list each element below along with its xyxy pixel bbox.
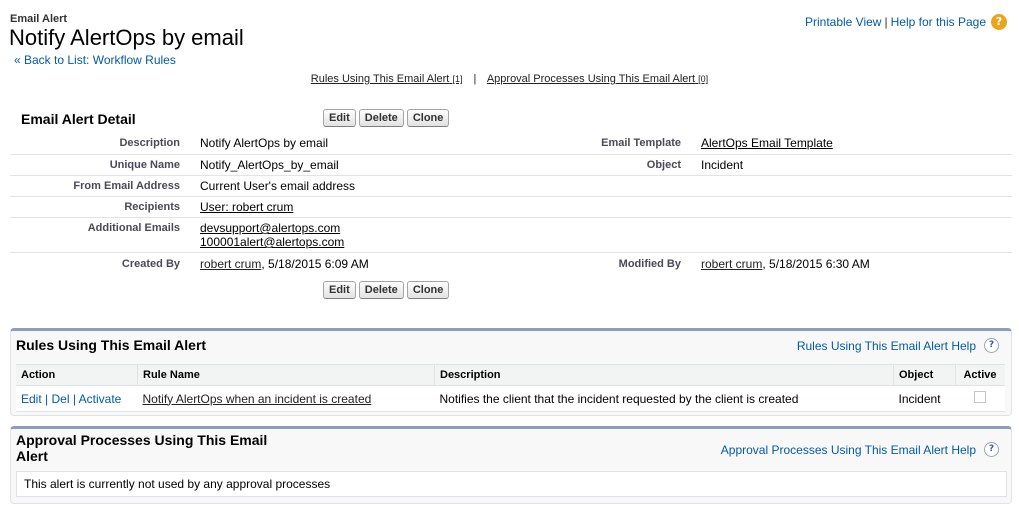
action-separator: | [45,391,49,406]
detail-row-description: Description Notify AlertOps by email Ema… [10,134,1012,155]
column-header-action: Action [16,364,138,386]
rules-section-help: Rules Using This Email Alert Help ? [797,338,999,353]
delete-button[interactable]: Delete [358,281,404,299]
additional-email-link[interactable]: devsupport@alertops.com [200,221,340,235]
detail-header: Email Alert Detail Edit Delete Clone [10,104,1012,134]
back-to-list-link[interactable]: « Back to List: Workflow Rules [14,53,176,67]
help-icon[interactable]: ? [991,14,1007,30]
approvals-empty-message: This alert is currently not used by any … [16,471,1007,497]
detail-row-additional-emails: Additional Emails devsupport@alertops.co… [10,218,1012,253]
related-list-links: Rules Using This Email Alert [1] | Appro… [0,73,1019,85]
row-edit-link[interactable]: Edit [21,392,42,406]
column-header-rule-name: Rule Name [137,364,435,386]
created-by-user-link[interactable]: robert crum [200,257,261,271]
row-delete-link[interactable]: Del [52,392,70,406]
link-separator: | [884,15,888,29]
approvals-help-link[interactable]: Approval Processes Using This Email Aler… [721,443,976,457]
object-value: Incident [701,158,744,172]
from-address-label: From Email Address [73,180,180,192]
rules-related-link[interactable]: Rules Using This Email Alert [1] [311,73,463,85]
approvals-count: [0] [698,74,709,84]
clone-button[interactable]: Clone [406,281,450,299]
table-row: Edit | Del | Activate Notify AlertOps wh… [16,385,1005,412]
question-icon[interactable]: ? [984,338,999,353]
approvals-related-list: Approval Processes Using This Email Aler… [10,426,1012,504]
recipient-user-link[interactable]: User: robert crum [200,200,293,214]
unique-name-value: Notify_AlertOps_by_email [200,158,339,172]
action-separator: | [72,391,76,406]
modified-by-user-link[interactable]: robert crum [701,257,762,271]
help-for-page-link[interactable]: Help for this Page [891,15,986,29]
row-activate-link[interactable]: Activate [79,392,122,406]
object-type-label: Email Alert [10,13,68,25]
additional-email-link[interactable]: 100001alert@alertops.com [200,235,344,249]
detail-row-created-modified: Created By robert crum, 5/18/2015 6:09 A… [10,253,1012,281]
column-header-object: Object [893,364,956,386]
detail-row-unique-name: Unique Name Notify_AlertOps_by_email Obj… [10,155,1012,176]
created-by-value: robert crum, 5/18/2015 6:09 AM [200,257,369,271]
detail-row-recipients: Recipients User: robert crum [10,197,1012,218]
page-help-links: Printable View | Help for this Page ? [805,14,1007,30]
email-template-label: Email Template [601,137,681,149]
bottom-buttons: Edit Delete Clone [323,281,450,299]
created-date: , 5/18/2015 6:09 AM [261,257,369,271]
edit-button[interactable]: Edit [323,281,356,299]
description-value: Notify AlertOps by email [200,136,329,150]
description-label: Description [119,137,180,149]
rules-table: Action Rule Name Description Object Acti… [16,364,1005,412]
modified-date: , 5/18/2015 6:30 AM [762,257,870,271]
rule-name-link[interactable]: Notify AlertOps when an incident is crea… [143,392,372,406]
modified-by-value: robert crum, 5/18/2015 6:30 AM [701,257,870,271]
question-icon[interactable]: ? [984,442,999,457]
detail-row-from-address: From Email Address Current User's email … [10,176,1012,197]
link-separator: | [473,73,477,85]
object-label: Object [646,159,681,171]
column-header-active: Active [955,364,1005,386]
approvals-section-title: Approval Processes Using This Email Aler… [16,432,268,464]
table-header-row: Action Rule Name Description Object Acti… [16,364,1005,386]
email-template-link[interactable]: AlertOps Email Template [701,136,833,150]
printable-view-link[interactable]: Printable View [805,15,882,29]
bottom-button-row: Edit Delete Clone [10,281,1012,309]
approvals-section-help: Approval Processes Using This Email Aler… [721,442,999,457]
rules-related-list: Rules Using This Email Alert Rules Using… [10,328,1012,416]
delete-button[interactable]: Delete [358,109,404,127]
row-description: Notifies the client that the incident re… [434,385,894,412]
approvals-related-link[interactable]: Approval Processes Using This Email Aler… [487,73,708,85]
row-actions: Edit | Del | Activate [16,385,138,412]
unique-name-label: Unique Name [109,159,180,171]
active-checkbox [973,391,986,403]
row-rule-name: Notify AlertOps when an incident is crea… [137,385,435,412]
rules-help-link[interactable]: Rules Using This Email Alert Help [797,339,976,353]
column-header-description: Description [434,364,894,386]
page-title: Notify AlertOps by email [9,25,244,50]
rules-section-title: Rules Using This Email Alert [16,337,207,353]
top-button-row: Edit Delete Clone [323,109,450,127]
from-address-value: Current User's email address [200,179,356,193]
created-by-label: Created By [121,258,180,270]
additional-emails-label: Additional Emails [87,222,180,234]
clone-button[interactable]: Clone [406,109,450,127]
row-active [955,385,1005,412]
email-alert-detail: Email Alert Detail Edit Delete Clone Des… [10,104,1012,309]
modified-by-label: Modified By [618,258,681,270]
rules-count: [1] [452,74,463,84]
recipients-label: Recipients [124,201,180,213]
row-object: Incident [893,385,956,412]
edit-button[interactable]: Edit [323,109,356,127]
detail-title: Email Alert Detail [21,111,136,127]
